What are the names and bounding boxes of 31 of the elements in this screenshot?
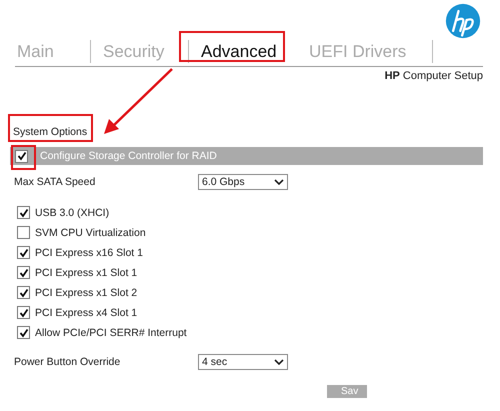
option-label: PCI Express x1 Slot 1 — [35, 266, 138, 278]
tab[interactable]: Advanced — [197, 40, 297, 63]
option-label: USB 3.0 (XHCI) — [35, 206, 110, 218]
option-label: SVM CPU Virtualization — [35, 226, 146, 238]
checkbox[interactable] — [17, 266, 30, 279]
chevron-icon — [274, 359, 284, 365]
checkbox[interactable] — [17, 206, 30, 219]
checkbox[interactable] — [17, 306, 30, 319]
checkbox[interactable] — [17, 286, 30, 299]
chevron-icon — [274, 179, 284, 185]
hp-logo-icon — [445, 3, 481, 39]
option-label: PCI Express x16 Slot 1 — [35, 246, 143, 258]
checkbox[interactable] — [17, 326, 30, 339]
tab[interactable]: UEFI Drivers — [305, 40, 433, 63]
field-label: Max SATA Speed — [14, 176, 96, 188]
section-title: System Options — [13, 126, 88, 138]
option-label: PCI Express x4 Slot 1 — [35, 306, 138, 318]
checkbox[interactable] — [15, 150, 28, 162]
tab[interactable]: Main — [15, 40, 91, 63]
dropdown[interactable]: 4 sec — [198, 354, 288, 370]
app-title: HP Computer Setup — [384, 70, 483, 82]
option-label: Allow PCIe/PCI SERR# Interrupt — [35, 326, 187, 338]
field-label: Power Button Override — [14, 356, 122, 368]
tab[interactable]: Security — [99, 40, 189, 63]
dropdown[interactable]: 6.0 Gbps — [198, 174, 288, 190]
annotation-box — [11, 145, 36, 170]
option-label: PCI Express x1 Slot 2 — [35, 286, 138, 298]
checkbox[interactable] — [17, 226, 30, 239]
option-label: Configure Storage Controller for RAID — [40, 150, 217, 162]
save-button[interactable]: Sav — [327, 385, 367, 398]
checkbox[interactable] — [17, 246, 30, 259]
